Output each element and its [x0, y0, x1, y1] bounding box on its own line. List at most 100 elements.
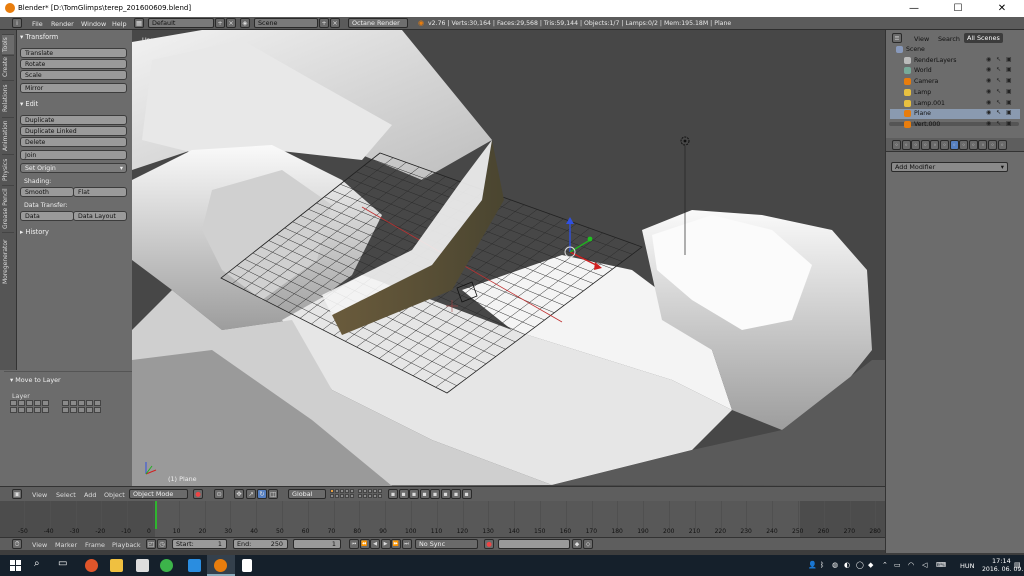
- outliner-item[interactable]: Camera ◉ ↖ ▣: [890, 77, 1020, 87]
- layer-toggle[interactable]: [10, 407, 17, 413]
- people-icon[interactable]: 👤: [808, 561, 817, 569]
- scene-layer-toggle[interactable]: [345, 489, 349, 493]
- volume-icon[interactable]: ◁: [922, 561, 927, 569]
- bluetooth-icon[interactable]: ᛒ: [820, 561, 824, 569]
- next-keyframe-icon[interactable]: ⏩: [391, 539, 401, 549]
- camera-toggle-icon[interactable]: ▣: [1006, 109, 1012, 116]
- keying-set-field[interactable]: [498, 539, 570, 549]
- data-button[interactable]: Data: [20, 211, 74, 221]
- store-icon[interactable]: [136, 559, 149, 572]
- shading-mode-icon[interactable]: ●: [193, 489, 203, 499]
- cursor-toggle-icon[interactable]: ↖: [996, 77, 1001, 84]
- start-button-icon[interactable]: [10, 560, 21, 571]
- join-button[interactable]: Join: [20, 150, 127, 160]
- layer-toggle[interactable]: [34, 400, 41, 406]
- delete-button[interactable]: Delete: [20, 137, 127, 147]
- layer-toggle[interactable]: [10, 400, 17, 406]
- language-indicator[interactable]: HUN: [960, 562, 975, 570]
- scene-layer-toggle[interactable]: [373, 494, 377, 498]
- eye-toggle-icon[interactable]: ◉: [986, 120, 991, 127]
- tab-grease-pencil[interactable]: Grease Pencil: [2, 185, 14, 231]
- cursor-toggle-icon[interactable]: ↖: [996, 120, 1001, 127]
- manipulator-icon[interactable]: ✥: [234, 489, 244, 499]
- chevron-up-icon[interactable]: ⌃: [882, 561, 888, 569]
- rotate-manipulator-icon[interactable]: ↻: [257, 489, 267, 499]
- file-explorer-icon[interactable]: [110, 559, 123, 572]
- data-layout-button[interactable]: Data Layout: [73, 211, 127, 221]
- eye-toggle-icon[interactable]: ◉: [986, 56, 991, 63]
- smooth-button[interactable]: Smooth: [20, 187, 74, 197]
- transform-panel-header[interactable]: ▾ Transform: [20, 33, 58, 41]
- layer-toggle[interactable]: [18, 400, 25, 406]
- scene-layer-toggle[interactable]: [340, 494, 344, 498]
- steam-icon[interactable]: ◐: [844, 561, 850, 569]
- start-frame-field[interactable]: Start: 1: [172, 539, 227, 549]
- timeline-editor[interactable]: -50 -40 -30 -20 -10 0 10 20 30 40 50 60 70 80 90 100 110…: [0, 501, 885, 537]
- layer-toggle[interactable]: [42, 400, 49, 406]
- scene-layer-toggle[interactable]: [350, 489, 354, 493]
- snap-element-icon[interactable]: ▪: [440, 489, 451, 499]
- modifiers-tab-icon[interactable]: ◦: [949, 140, 959, 150]
- duplicate-linked-button[interactable]: Duplicate Linked: [20, 126, 127, 136]
- end-frame-field[interactable]: End: 250: [233, 539, 288, 549]
- timeline-frame-menu[interactable]: Frame: [85, 541, 105, 549]
- scene-layer-toggle[interactable]: [368, 489, 372, 493]
- chrome-icon[interactable]: [160, 559, 173, 572]
- flat-button[interactable]: Flat: [73, 187, 127, 197]
- edit-panel-header[interactable]: ▾ Edit: [20, 100, 38, 108]
- viewport-scene[interactable]: [132, 30, 885, 486]
- tab-animation[interactable]: Animation: [2, 117, 14, 153]
- tab-tools[interactable]: Tools: [2, 34, 14, 54]
- chat-icon[interactable]: ◯: [856, 561, 864, 569]
- proportional-edit-icon[interactable]: ▪: [430, 489, 440, 499]
- lock-icon[interactable]: ▪: [388, 489, 398, 499]
- editor-type-icon[interactable]: i: [12, 18, 22, 28]
- record-button[interactable]: ●: [484, 539, 494, 549]
- outliner-item[interactable]: RenderLayers ◉ ↖ ▣: [890, 56, 1020, 66]
- wifi-icon[interactable]: ◠: [908, 561, 914, 569]
- outliner-editor-icon[interactable]: ≡: [892, 33, 902, 43]
- keyboard-icon[interactable]: ⌨: [936, 561, 946, 569]
- clock-time[interactable]: 17:14: [992, 557, 1011, 565]
- scene-layer-toggle[interactable]: [330, 489, 334, 493]
- preview-range-icon[interactable]: ◰: [146, 539, 156, 549]
- timeline-view-menu[interactable]: View: [32, 541, 47, 549]
- tab-create[interactable]: Create: [2, 55, 14, 79]
- camera-toggle-icon[interactable]: ▣: [1006, 99, 1012, 106]
- layer-toggle[interactable]: [26, 400, 33, 406]
- timeline-marker-menu[interactable]: Marker: [55, 541, 77, 549]
- 3d-viewport[interactable]: User Ortho (1) Plane: [132, 30, 885, 486]
- add-menu[interactable]: Add: [84, 491, 96, 499]
- maximize-button[interactable]: ☐: [936, 0, 980, 17]
- layer-toggle[interactable]: [94, 400, 101, 406]
- texture-tab-icon[interactable]: ◦: [978, 140, 988, 150]
- translate-button[interactable]: Translate: [20, 48, 127, 58]
- scene-layer-toggle[interactable]: [373, 489, 377, 493]
- camera-toggle-icon[interactable]: ▣: [1006, 56, 1012, 63]
- scene-icon[interactable]: ◈: [240, 18, 250, 28]
- outliner-menu-search[interactable]: Search: [938, 35, 960, 43]
- eye-toggle-icon[interactable]: ◉: [986, 99, 991, 106]
- network-icon[interactable]: ◍: [832, 561, 838, 569]
- camera-toggle-icon[interactable]: ▣: [1006, 66, 1012, 73]
- remove-layout-button[interactable]: ×: [226, 18, 236, 28]
- layer-toggle[interactable]: [62, 407, 69, 413]
- particles-tab-icon[interactable]: ◦: [988, 140, 997, 150]
- eye-toggle-icon[interactable]: ◉: [986, 77, 991, 84]
- outliner-item[interactable]: Plane ◉ ↖ ▣: [890, 109, 1020, 120]
- play-reverse-icon[interactable]: ◀: [370, 539, 380, 549]
- jump-start-icon[interactable]: ⏮: [349, 539, 359, 549]
- scene-layer-toggle[interactable]: [345, 494, 349, 498]
- scene-layer-toggle[interactable]: [368, 494, 372, 498]
- scene-layer-toggle[interactable]: [358, 489, 362, 493]
- scene-layer-toggle[interactable]: [335, 494, 339, 498]
- cursor-toggle-icon[interactable]: ↖: [996, 109, 1001, 116]
- layer-toggle[interactable]: [78, 400, 85, 406]
- camera-toggle-icon[interactable]: ▣: [1006, 77, 1012, 84]
- render-layers-tab-icon[interactable]: ◦: [901, 140, 911, 150]
- close-button[interactable]: ✕: [980, 0, 1024, 17]
- layer-toggle[interactable]: [26, 407, 33, 413]
- search-icon[interactable]: ⌕: [34, 558, 40, 569]
- camera-toggle-icon[interactable]: ▣: [1006, 120, 1012, 127]
- jump-end-icon[interactable]: ⏭: [401, 539, 412, 549]
